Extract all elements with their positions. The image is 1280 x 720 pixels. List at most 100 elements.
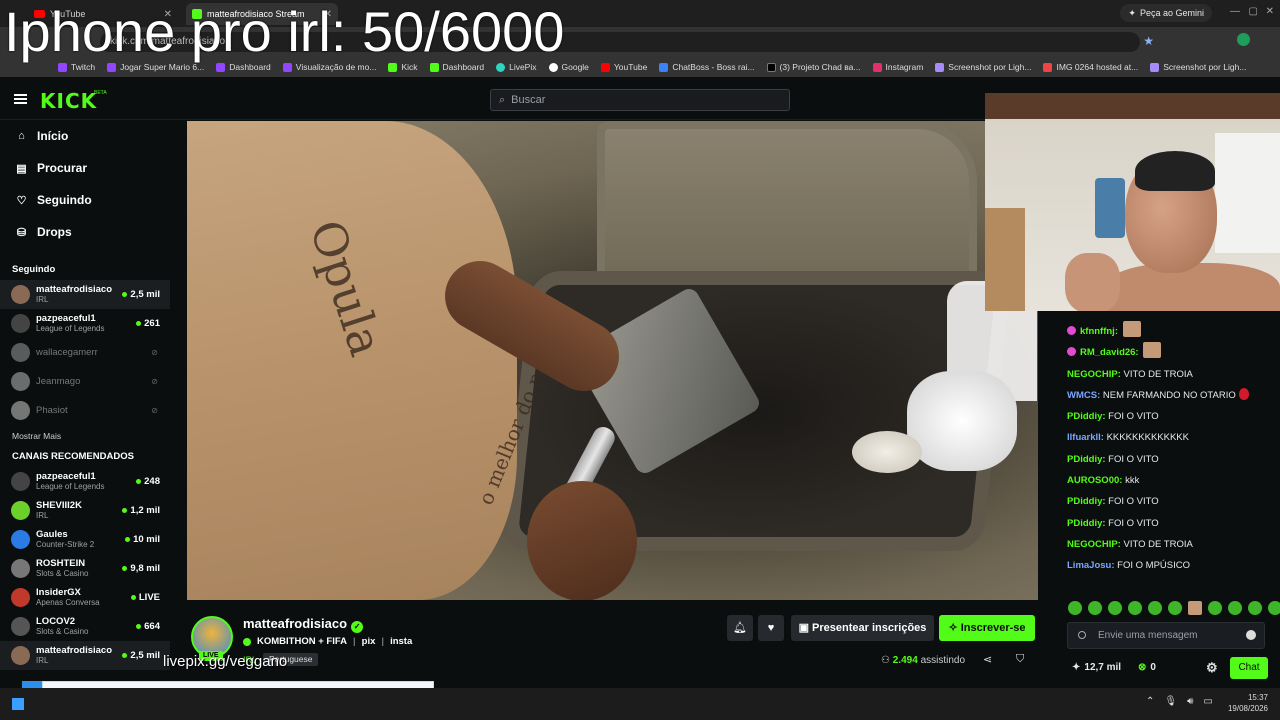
emote-icon[interactable] [1148,601,1162,615]
emote-icon[interactable] [1248,601,1262,615]
recommended-channel[interactable]: pazpeaceful1 League of Legends 248 [0,467,170,496]
nav-home[interactable]: ⌂ Início [0,120,170,152]
emote-icon[interactable] [1208,601,1222,615]
bookmark[interactable]: Dashboard [216,62,271,72]
instagram-icon [872,62,882,72]
bookmark-label: Screenshot por Ligh... [948,62,1032,72]
star-icon[interactable]: ★ [1143,34,1154,48]
nav-following[interactable]: ♡ Seguindo [0,184,170,216]
chat-username[interactable]: NEGOCHIP: [1067,369,1121,380]
video-player[interactable]: Opula o melhor do pe [187,121,1038,600]
windows-icon[interactable] [12,698,24,710]
chat-username[interactable]: PDiddiy: [1067,454,1106,465]
offline-icon: ⊘ [151,406,158,415]
network-icon[interactable]: ▭ [1203,696,1212,707]
bookmark[interactable]: IMG 0264 hosted at... [1043,62,1138,72]
share-icon[interactable]: ⋖ [983,653,992,666]
clock-date: 19/08/2026 [1227,704,1268,713]
kicks-balance[interactable]: ✦ 12,7 mil [1072,662,1121,673]
menu-icon[interactable] [14,94,27,104]
bookmark[interactable]: (3) Projeto Chad ва... [766,62,861,72]
youtube-icon [600,62,610,72]
chevron-up-icon[interactable]: ⌃ [1146,696,1154,707]
chat-username[interactable]: PDiddiy: [1067,518,1106,529]
volume-icon[interactable]: 🔊︎ [1187,696,1193,707]
close-window-button[interactable]: ✕ [1266,6,1274,17]
webcam-hand [1065,253,1120,311]
gift-subs-button[interactable]: ▣ Presentear inscrições [791,615,934,641]
show-more-link[interactable]: Mostrar Mais [0,425,170,449]
chat-username[interactable]: PDiddiy: [1067,411,1106,422]
gemini-button[interactable]: ✦ Peça ao Gemini [1120,4,1212,22]
separator: | [381,636,385,647]
lightshot-icon [935,62,945,72]
chat-username[interactable]: WMCS: [1067,390,1100,401]
recommended-channel[interactable]: LOCOV2 Slots & Casino 664 [0,612,170,641]
nav-browse[interactable]: ▤ Procurar [0,152,170,184]
emote-icon[interactable] [1188,601,1202,615]
bookmark[interactable]: Instagram [872,62,923,72]
emoji-icon[interactable] [1246,630,1256,640]
webcam-body [1105,263,1280,311]
bookmark[interactable]: ChatBoss - Boss rai... [659,62,755,72]
chat-input[interactable]: Envie uma mensagem [1067,622,1265,649]
channel-points[interactable]: ⊗ 0 [1138,662,1156,673]
bookmark[interactable]: Jogar Super Mario 6... [107,62,204,72]
recommended-channel[interactable]: InsiderGX Apenas Conversa LIVE [0,583,170,612]
chat-username[interactable]: kfnnffnj: [1080,326,1118,337]
chat-username[interactable]: AUROSO00: [1067,475,1122,486]
emote-icon[interactable] [1168,601,1182,615]
following-channel[interactable]: pazpeaceful1 League of Legends 261 [0,309,170,338]
avatar [11,617,30,636]
chat-username[interactable]: NEGOCHIP: [1067,539,1121,550]
chat-username[interactable]: LimaJosu: [1067,560,1115,571]
microphone-icon[interactable]: 🎙︎ [1164,696,1177,707]
recommended-channel[interactable]: matteafrodisiaco IRL 2,5 mil [0,641,170,670]
streamer-name[interactable]: matteafrodisiaco ✓ [243,616,364,633]
recommended-channel[interactable]: ROSHTEIN Slots & Casino 9,8 mil [0,554,170,583]
bookmark[interactable]: Kick [388,62,418,72]
following-channel[interactable]: wallacegamerr ⊘ [0,338,170,367]
viewer-count: ⚇ 2.494 assistindo [881,655,965,666]
clock-time: 15:37 [1247,693,1268,702]
following-channel[interactable]: Phasiot ⊘ [0,396,170,425]
chat-settings-icon[interactable] [1078,631,1086,639]
nav-drops[interactable]: ⛁ Drops [0,216,170,248]
chat-username[interactable]: RM_david26: [1080,347,1139,358]
bookmark[interactable]: Screenshot por Ligh... [1150,62,1246,72]
stream-title-part: insta [390,636,413,647]
emote-icon[interactable] [1268,601,1280,615]
bookmark[interactable]: YouTube [600,62,647,72]
following-channel[interactable]: matteafrodisiaco IRL 2,5 mil [0,280,170,309]
following-channel[interactable]: Jeanmago ⊘ [0,367,170,396]
viewer-count: 664 [136,621,160,632]
bookmark[interactable]: Screenshot por Ligh... [935,62,1031,72]
recommended-channel[interactable]: SHEVIII2K IRL 1,2 mil [0,496,170,525]
chat-username[interactable]: llfuarkll: [1067,432,1104,443]
clock[interactable]: 15:37 19/08/2026 [1228,692,1268,714]
bookmark[interactable]: Dashboard [429,62,484,72]
bookmark[interactable]: Visualização de mo... [282,62,376,72]
emote-icon[interactable] [1068,601,1082,615]
kick-logo[interactable]: KICK [40,89,97,113]
chat-username[interactable]: PDiddiy: [1067,496,1106,507]
chat-input-placeholder: Envie uma mensagem [1098,630,1198,641]
bookmark[interactable]: LivePix [496,62,537,72]
notification-bell-button[interactable]: 🔔︎ [727,615,753,641]
emote-icon[interactable] [1228,601,1242,615]
recommended-channel[interactable]: Gaules Counter-Strike 2 10 mil [0,525,170,554]
subscribe-button[interactable]: ✧ Inscrever-se [939,615,1035,641]
gear-icon[interactable]: ⚙ [1206,660,1218,676]
chat-send-button[interactable]: Chat [1230,657,1268,679]
clip-icon[interactable]: ⛉ [1016,653,1024,666]
bookmark[interactable]: Twitch [58,62,95,72]
emote-icon[interactable] [1088,601,1102,615]
bookmark[interactable]: Google [548,62,589,72]
maximize-button[interactable]: ▢ [1249,6,1258,17]
profile-avatar[interactable] [1237,33,1250,46]
minimize-button[interactable]: — [1230,6,1240,17]
search-input[interactable]: ⌕ Buscar [490,89,790,111]
emote-icon[interactable] [1128,601,1142,615]
emote-icon[interactable] [1108,601,1122,615]
follow-button[interactable]: ♥ [758,615,784,641]
